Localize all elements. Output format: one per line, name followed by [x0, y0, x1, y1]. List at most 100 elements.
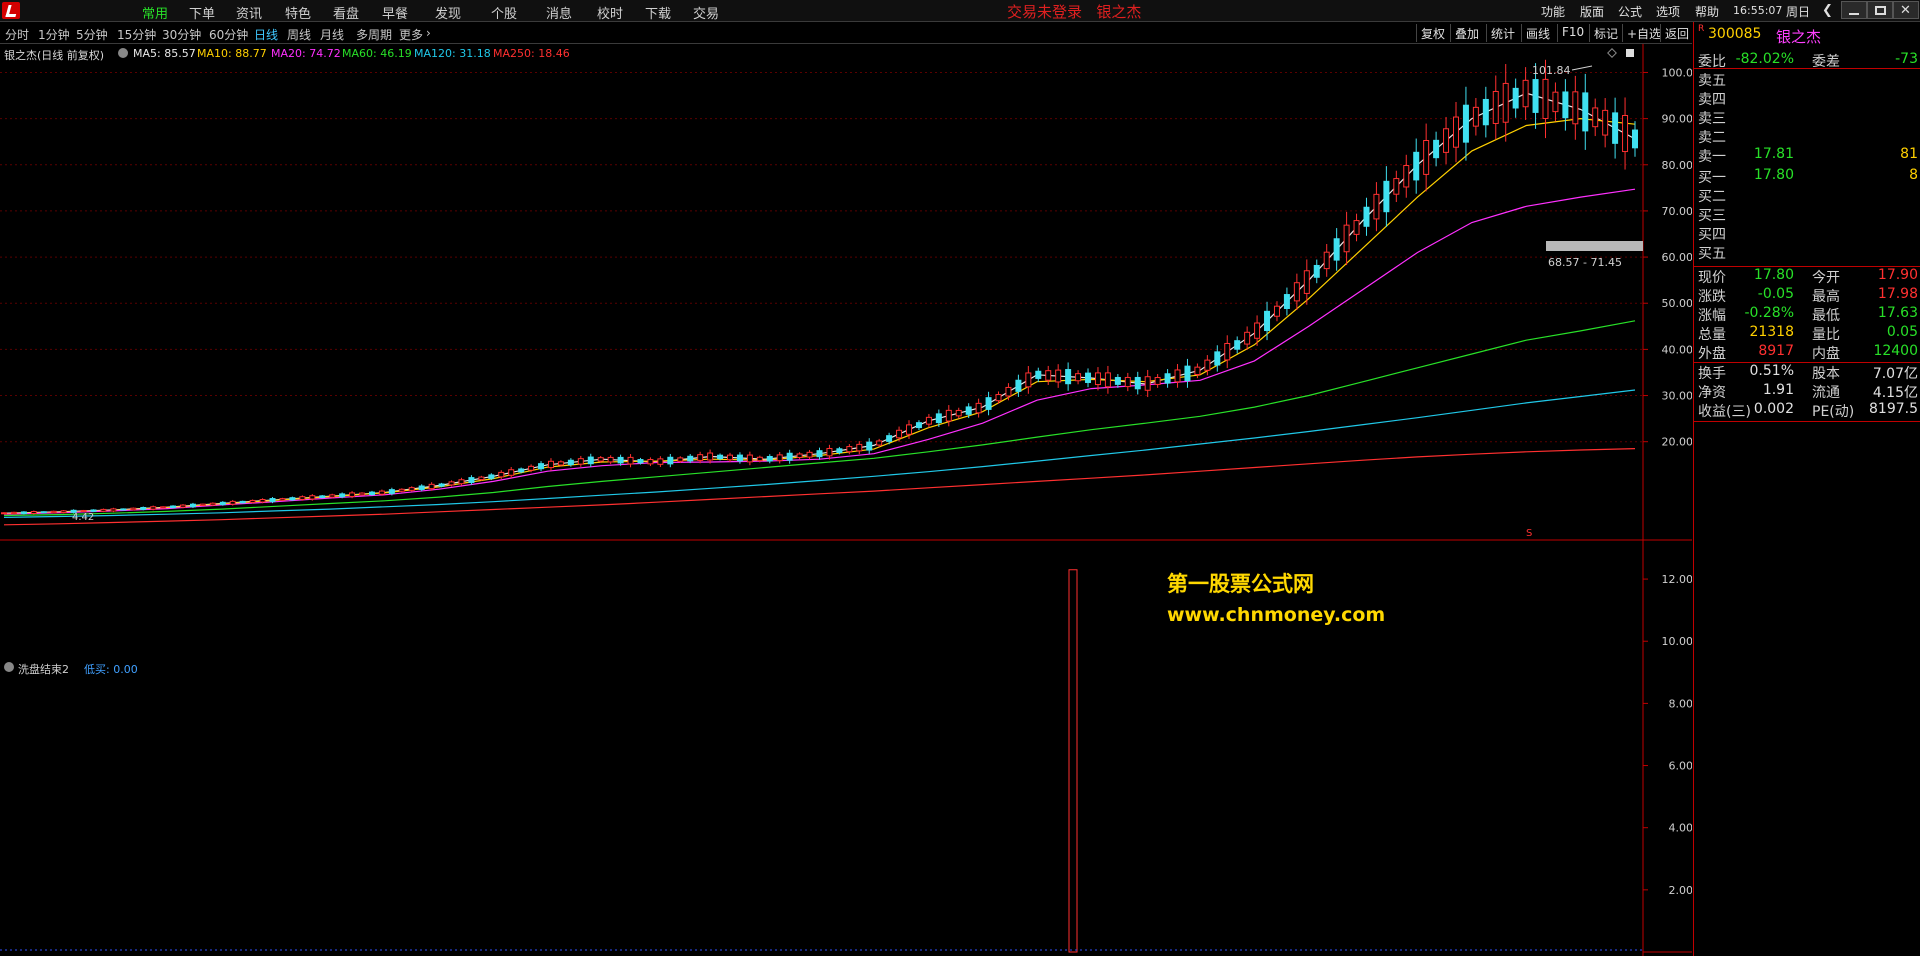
candlestick — [30, 510, 37, 515]
period-4[interactable]: 30分钟 — [162, 26, 201, 43]
ma-legend-3: MA60: 46.19 — [342, 47, 412, 60]
period-7[interactable]: 周线 — [287, 26, 311, 43]
quote-row: 买二 — [1698, 186, 1920, 205]
close-icon[interactable]: ✕ — [1893, 1, 1919, 19]
menu-item-7[interactable]: 个股 — [491, 3, 517, 22]
period-1[interactable]: 1分钟 — [38, 26, 70, 43]
settings-circle-icon[interactable] — [118, 48, 128, 58]
candlestick — [110, 507, 117, 513]
menu-item-10[interactable]: 下载 — [645, 3, 671, 22]
candlestick — [1522, 67, 1529, 120]
ma-legend-4: MA120: 31.18 — [414, 47, 491, 60]
quote-value: 21318 — [1749, 324, 1794, 340]
back-arrow-icon[interactable]: ❮ — [1822, 3, 1833, 18]
candlestick — [627, 454, 634, 468]
quote-value-2: 17.90 — [1877, 267, 1918, 283]
tool-6[interactable]: +自选 — [1622, 24, 1665, 42]
candle-body — [647, 459, 654, 465]
candle-body — [876, 440, 883, 446]
main-menu-bar: 常用 下单 资讯 特色 看盘 早餐 发现 个股 消息 校时 下载 交易 交易未登录 银之杰 功能 版面公… — [0, 0, 1920, 22]
minimize-icon[interactable] — [1841, 1, 1867, 19]
menu-item-0[interactable]: 常用 — [142, 3, 168, 22]
candlestick — [1244, 326, 1251, 350]
candle-body — [418, 485, 425, 490]
tool-7[interactable]: 返回 — [1660, 24, 1693, 42]
period-6[interactable]: 日线 — [254, 26, 278, 43]
candlestick — [1632, 121, 1638, 157]
candlestick — [1065, 362, 1072, 391]
tool-5[interactable]: 标记 — [1589, 24, 1622, 42]
square-icon — [1626, 49, 1634, 57]
candlestick — [1045, 365, 1052, 385]
candle-body — [1572, 91, 1579, 125]
menu-item-1[interactable]: 下单 — [189, 3, 215, 22]
candle-body — [1104, 372, 1111, 388]
period-0[interactable]: 分时 — [5, 26, 29, 43]
candle-body — [339, 493, 346, 498]
menu-item-6[interactable]: 发现 — [435, 3, 461, 22]
menu-item-5[interactable]: 早餐 — [382, 3, 408, 22]
tool-1[interactable]: 叠加 — [1450, 24, 1483, 42]
sys-menu-2[interactable]: 公式 — [1618, 3, 1642, 20]
candle-body — [368, 491, 375, 496]
candle-body — [1532, 79, 1539, 113]
quote-panel: R 300085 银之杰 委比 -82.02% 委差 -73 卖五 卖四 卖三 卖二 卖一 17.… — [1693, 22, 1920, 956]
period-3[interactable]: 15分钟 — [117, 26, 156, 43]
candle-body — [547, 460, 554, 469]
tool-0[interactable]: 复权 — [1416, 24, 1449, 42]
candle-body — [1303, 270, 1310, 294]
period-toolbar: 分时 1分钟 5分钟 15分钟 30分钟 60分钟 日线 周线 月线 多周期 更多 › 复权 叠加 统计画… — [0, 22, 1692, 44]
quote-label: 买二 — [1698, 189, 1726, 205]
more-chevron-icon[interactable]: › — [426, 26, 431, 40]
candlestick — [766, 454, 773, 464]
menu-item-2[interactable]: 资讯 — [236, 3, 262, 22]
sys-menu-4[interactable]: 帮助 — [1695, 3, 1719, 20]
candle-body — [259, 498, 266, 503]
candle-body — [836, 448, 843, 454]
sys-menu-0[interactable]: 功能 — [1541, 3, 1565, 20]
ma-line-MA250 — [3, 448, 1636, 526]
price-range-label: 68.57 - 71.45 — [1548, 256, 1622, 269]
menu-item-4[interactable]: 看盘 — [333, 3, 359, 22]
quote-value-2: 8197.5 — [1869, 401, 1918, 417]
candle-body — [766, 456, 773, 462]
period-8[interactable]: 月线 — [320, 26, 344, 43]
candle-body — [1482, 98, 1489, 126]
price-tick-label: 80.00 — [1662, 159, 1693, 172]
maximize-icon[interactable] — [1867, 1, 1893, 19]
kline-chart[interactable]: 100.0 90.00 80.00 70.00 60.00 50.00 40.00 30.00… — [0, 44, 1692, 956]
candlestick — [1, 512, 7, 515]
candlestick — [1184, 358, 1191, 388]
candle-body — [975, 402, 982, 414]
tool-3[interactable]: 画线 — [1521, 24, 1554, 42]
candlestick — [1363, 197, 1370, 236]
quote-row: 买三 — [1698, 205, 1920, 224]
indicator-toggle-icon[interactable] — [4, 662, 14, 672]
app-logo-icon[interactable] — [2, 2, 20, 19]
period-2[interactable]: 5分钟 — [76, 26, 108, 43]
period-5[interactable]: 60分钟 — [209, 26, 248, 43]
candle-body — [1462, 104, 1469, 143]
candle-body — [428, 483, 435, 490]
candlestick — [776, 452, 783, 464]
candle-body — [1373, 193, 1380, 220]
period-10[interactable]: 更多 — [399, 26, 423, 43]
tool-2[interactable]: 统计 — [1486, 24, 1519, 42]
menu-item-11[interactable]: 交易 — [693, 3, 719, 22]
candle-body — [935, 413, 942, 424]
candlestick — [1323, 243, 1330, 277]
quote-value: -0.05 — [1757, 286, 1794, 302]
candle-body — [627, 456, 634, 465]
candle-body — [160, 506, 167, 509]
menu-item-8[interactable]: 消息 — [546, 3, 572, 22]
menu-item-3[interactable]: 特色 — [285, 3, 311, 22]
tool-4[interactable]: F10 — [1557, 24, 1588, 42]
candle-body — [1492, 90, 1499, 124]
quote-row: 净资 1.91 流通 4.15亿 — [1698, 382, 1920, 401]
menu-item-9[interactable]: 校时 — [597, 3, 623, 22]
period-9[interactable]: 多周期 — [356, 26, 392, 43]
sys-menu-1[interactable]: 版面 — [1580, 3, 1604, 20]
quote-row: 买一 17.80 8 — [1698, 167, 1920, 186]
sys-menu-3[interactable]: 选项 — [1656, 3, 1680, 20]
price-tick-label: 40.00 — [1662, 343, 1693, 356]
